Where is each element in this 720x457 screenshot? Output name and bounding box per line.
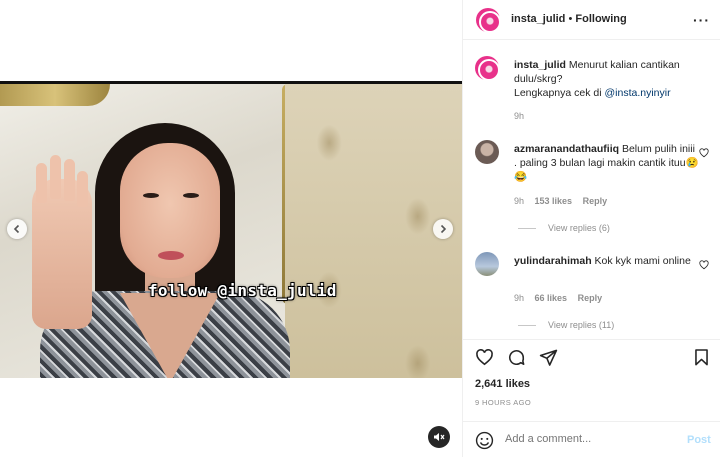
more-options-icon: ···: [693, 12, 710, 28]
comment-time: 9h: [514, 293, 525, 303]
person-finger: [36, 163, 47, 203]
send-icon[interactable]: [539, 348, 558, 367]
comment-username[interactable]: yulindarahimah: [514, 255, 592, 267]
post-header: insta_julid • Following ···: [463, 0, 720, 40]
speaker-muted-icon: [434, 433, 445, 441]
author-username[interactable]: insta_julid: [511, 13, 565, 25]
caption-meta: 9h: [514, 111, 532, 121]
caption-time: 9h: [514, 111, 525, 121]
post-side-panel: insta_julid • Following ··· insta_julid …: [462, 0, 720, 457]
likes-count[interactable]: 2,641 likes: [475, 378, 530, 390]
more-options-button[interactable]: ···: [693, 12, 710, 28]
comment-time: 9h: [514, 196, 525, 206]
post-comment-button[interactable]: Post: [687, 434, 711, 446]
chair-gold-trim: [0, 84, 110, 106]
comment-username[interactable]: azmaranandathaufiiq: [514, 143, 619, 155]
chevron-right-icon: [440, 224, 447, 234]
video-player[interactable]: follow @insta_julid: [0, 81, 462, 378]
comment-body: Kok kyk mami online: [594, 255, 691, 267]
caption-avatar[interactable]: [475, 56, 500, 81]
mute-toggle-button[interactable]: [428, 426, 450, 448]
comment-likes-count[interactable]: 153 likes: [535, 196, 573, 206]
caption-mention-link[interactable]: @insta.nyinyir: [604, 87, 670, 99]
author-avatar[interactable]: [476, 8, 501, 33]
commenter-avatar[interactable]: [475, 140, 499, 164]
comment-meta: 9h 153 likes Reply: [514, 196, 615, 206]
person-finger: [77, 171, 88, 207]
caption-line2: Lengkapnya cek di: [514, 87, 605, 99]
person-finger: [64, 159, 75, 201]
action-bar: [463, 339, 720, 374]
comment-like-button[interactable]: [699, 260, 709, 270]
video-top-border: [0, 81, 462, 84]
post-media: follow @insta_julid: [0, 0, 462, 457]
person-finger: [50, 155, 61, 199]
video-watermark: follow @insta_julid: [148, 281, 337, 300]
next-slide-button[interactable]: [433, 219, 453, 239]
view-replies-button[interactable]: View replies (6): [518, 223, 610, 233]
comment-input[interactable]: [505, 433, 665, 445]
commenter-avatar[interactable]: [475, 252, 499, 276]
caption-username[interactable]: insta_julid: [514, 59, 566, 71]
comment-likes-count[interactable]: 66 likes: [535, 293, 568, 303]
reply-button[interactable]: Reply: [583, 196, 608, 206]
person-lips: [158, 251, 184, 260]
header-user-row: insta_julid • Following: [511, 13, 627, 25]
comment-text: azmaranandathaufiiq Belum pulih iniii . …: [514, 142, 699, 184]
post-timestamp[interactable]: 9 HOURS AGO: [475, 398, 531, 407]
comment-icon[interactable]: [507, 348, 526, 367]
bookmark-icon[interactable]: [692, 348, 711, 367]
following-button[interactable]: Following: [575, 13, 626, 25]
comment-like-button[interactable]: [699, 148, 709, 158]
previous-slide-button[interactable]: [7, 219, 27, 239]
comment-text: yulindarahimah Kok kyk mami online: [514, 254, 699, 268]
emoji-icon[interactable]: [475, 431, 494, 450]
reply-button[interactable]: Reply: [578, 293, 603, 303]
comment-composer: Post: [463, 421, 720, 457]
person-eye-left: [143, 193, 159, 198]
heart-icon[interactable]: [475, 348, 494, 367]
caption-text: insta_julid Menurut kalian cantikan dulu…: [514, 58, 694, 100]
person-eye-right: [183, 193, 199, 198]
view-replies-button[interactable]: View replies (11): [518, 320, 614, 330]
chevron-left-icon: [13, 224, 20, 234]
comment-meta: 9h 66 likes Reply: [514, 293, 610, 303]
